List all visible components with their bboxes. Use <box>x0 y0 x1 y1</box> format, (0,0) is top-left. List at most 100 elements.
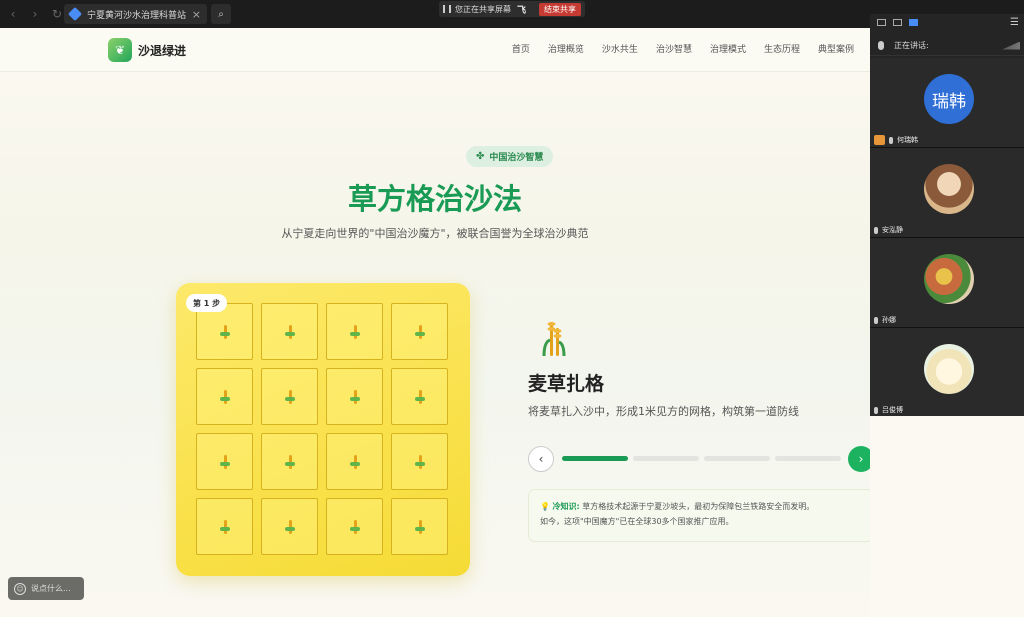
straw-icon <box>349 519 360 534</box>
grid-cell <box>326 303 383 360</box>
grid-cell <box>261 433 318 490</box>
nav-item-cases[interactable]: 典型案例 <box>818 42 854 55</box>
page-subtitle: 从宁夏走向世界的"中国治沙魔方"，被联合国誉为全球治沙典范 <box>281 227 589 240</box>
participant-name-row: 何瑞韩 <box>874 135 918 145</box>
window-icon[interactable] <box>893 18 902 26</box>
site-logo[interactable]: ❦ 沙退绿进 <box>108 38 186 62</box>
nav-item-wisdom[interactable]: 治沙智慧 <box>656 42 692 55</box>
page-continuation <box>870 416 1024 617</box>
straw-icon <box>284 454 295 469</box>
straw-grid <box>196 303 450 557</box>
straw-icon <box>349 389 360 404</box>
fact-line-1: 💡 冷知识: 草方格技术起源于宁夏沙坡头，最初为保障包兰铁路安全而发明。 <box>540 499 862 514</box>
sprout-icon: ✤ <box>476 151 485 162</box>
page-title: 草方格治沙法 <box>347 182 522 216</box>
grid-cell <box>326 433 383 490</box>
grid-cell <box>196 368 253 425</box>
nav-item-coexist[interactable]: 沙水共生 <box>602 42 638 55</box>
leaf-icon: ❦ <box>108 38 132 62</box>
fun-fact-box: 💡 冷知识: 草方格技术起源于宁夏沙坡头，最初为保障包兰铁路安全而发明。 如今，… <box>528 489 870 542</box>
site-header: ❦ 沙退绿进 首页 治理概览 沙水共生 治沙智慧 治理模式 生态历程 典型案例 <box>0 28 870 72</box>
screen-share-banner: 您正在共享屏幕 飞 结束共享 <box>439 1 585 17</box>
list-view-icon[interactable] <box>909 18 918 26</box>
sharing-indicator-icon <box>443 5 451 13</box>
grid-cell <box>261 303 318 360</box>
chat-input-placeholder: 说点什么... <box>31 584 71 593</box>
progress-segment[interactable] <box>775 456 841 461</box>
participant-name: 安泓静 <box>882 226 903 234</box>
participant-tile[interactable]: 吕俊博 <box>870 328 1024 418</box>
participant-name: 孙娜 <box>882 316 896 324</box>
microphone-icon <box>874 226 878 234</box>
participant-name-row: 孙娜 <box>874 315 896 325</box>
step-badge: 第 1 步 <box>186 294 228 312</box>
avatar: 瑞韩 <box>924 74 974 124</box>
browser-tab[interactable]: 宁夏黄河沙水治理科普站 × <box>64 4 207 24</box>
straw-icon <box>414 389 425 404</box>
search-icon[interactable]: ⌕ <box>211 4 231 24</box>
nav-item-home[interactable]: 首页 <box>512 42 530 55</box>
prev-step-button[interactable]: ‹ <box>528 446 554 472</box>
straw-icon <box>414 519 425 534</box>
microphone-icon <box>874 316 878 324</box>
participant-tile[interactable]: 孙娜 <box>870 238 1024 328</box>
end-share-button[interactable]: 结束共享 <box>539 2 581 16</box>
share-banner-text: 您正在共享屏幕 <box>455 4 511 14</box>
progress-segment[interactable] <box>633 456 699 461</box>
meeting-panel-toolbar: ☰ <box>870 14 1024 30</box>
progress-segment[interactable] <box>704 456 770 461</box>
avatar <box>924 344 974 394</box>
share-app-logo: 飞 <box>517 5 527 16</box>
progress-segment[interactable] <box>562 456 628 461</box>
microphone-icon <box>878 41 884 50</box>
grid-cell <box>261 498 318 555</box>
back-icon[interactable]: ‹ <box>4 5 22 23</box>
straw-icon <box>284 324 295 339</box>
lightbulb-icon: 💡 <box>540 502 550 511</box>
avatar <box>924 254 974 304</box>
speaking-indicator: 正在讲话: <box>870 36 1024 56</box>
grid-cell <box>391 303 448 360</box>
nav-item-overview[interactable]: 治理概览 <box>548 42 584 55</box>
grid-cell <box>196 433 253 490</box>
hero-badge-text: 中国治沙智慧 <box>489 153 544 163</box>
nav-item-mode[interactable]: 治理模式 <box>710 42 746 55</box>
tab-favicon-icon <box>67 6 83 22</box>
minimize-icon[interactable] <box>877 18 886 26</box>
menu-icon[interactable]: ☰ <box>1010 17 1019 28</box>
smile-icon[interactable]: ☺ <box>14 582 26 595</box>
fact-text-2: 如今，这项"中国魔方"已在全球30多个国家推广应用。 <box>540 517 734 526</box>
next-step-button[interactable]: › <box>848 446 870 472</box>
grid-cell <box>326 368 383 425</box>
fact-text-1: 草方格技术起源于宁夏沙坡头，最初为保障包兰铁路安全而发明。 <box>582 502 815 511</box>
meeting-panel: ☰ 正在讲话: 瑞韩 何瑞韩 安泓静 孙娜 吕俊博 <box>870 14 1024 418</box>
fact-label: 冷知识: <box>552 502 580 511</box>
straw-icon <box>219 389 230 404</box>
chat-input[interactable]: ☺ 说点什么... <box>8 577 84 600</box>
grid-cell <box>391 433 448 490</box>
hero-badge: ✤ 中国治沙智慧 <box>466 146 554 167</box>
participant-name: 吕俊博 <box>882 406 903 414</box>
grid-cell <box>261 368 318 425</box>
straw-icon <box>284 389 295 404</box>
web-page: ❦ 沙退绿进 首页 治理概览 沙水共生 治沙智慧 治理模式 生态历程 典型案例 … <box>0 28 870 617</box>
participant-name-row: 吕俊博 <box>874 405 903 415</box>
grid-cell <box>391 368 448 425</box>
wheat-straw-icon <box>542 322 566 357</box>
step-title: 麦草扎格 <box>528 373 605 395</box>
speaking-label: 正在讲话: <box>894 41 929 50</box>
close-icon[interactable]: × <box>192 8 201 21</box>
site-nav: 首页 治理概览 沙水共生 治沙智慧 治理模式 生态历程 典型案例 <box>512 42 854 55</box>
forward-icon[interactable]: › <box>26 5 44 23</box>
host-icon <box>874 135 885 145</box>
grid-demo-panel: 第 1 步 <box>176 283 470 576</box>
participant-tile[interactable]: 瑞韩 何瑞韩 <box>870 58 1024 148</box>
participant-name: 何瑞韩 <box>897 136 918 144</box>
straw-icon <box>284 519 295 534</box>
straw-icon <box>219 324 230 339</box>
participant-tile[interactable]: 安泓静 <box>870 148 1024 238</box>
straw-icon <box>414 324 425 339</box>
avatar <box>924 164 974 214</box>
grid-cell <box>196 498 253 555</box>
nav-item-history[interactable]: 生态历程 <box>764 42 800 55</box>
